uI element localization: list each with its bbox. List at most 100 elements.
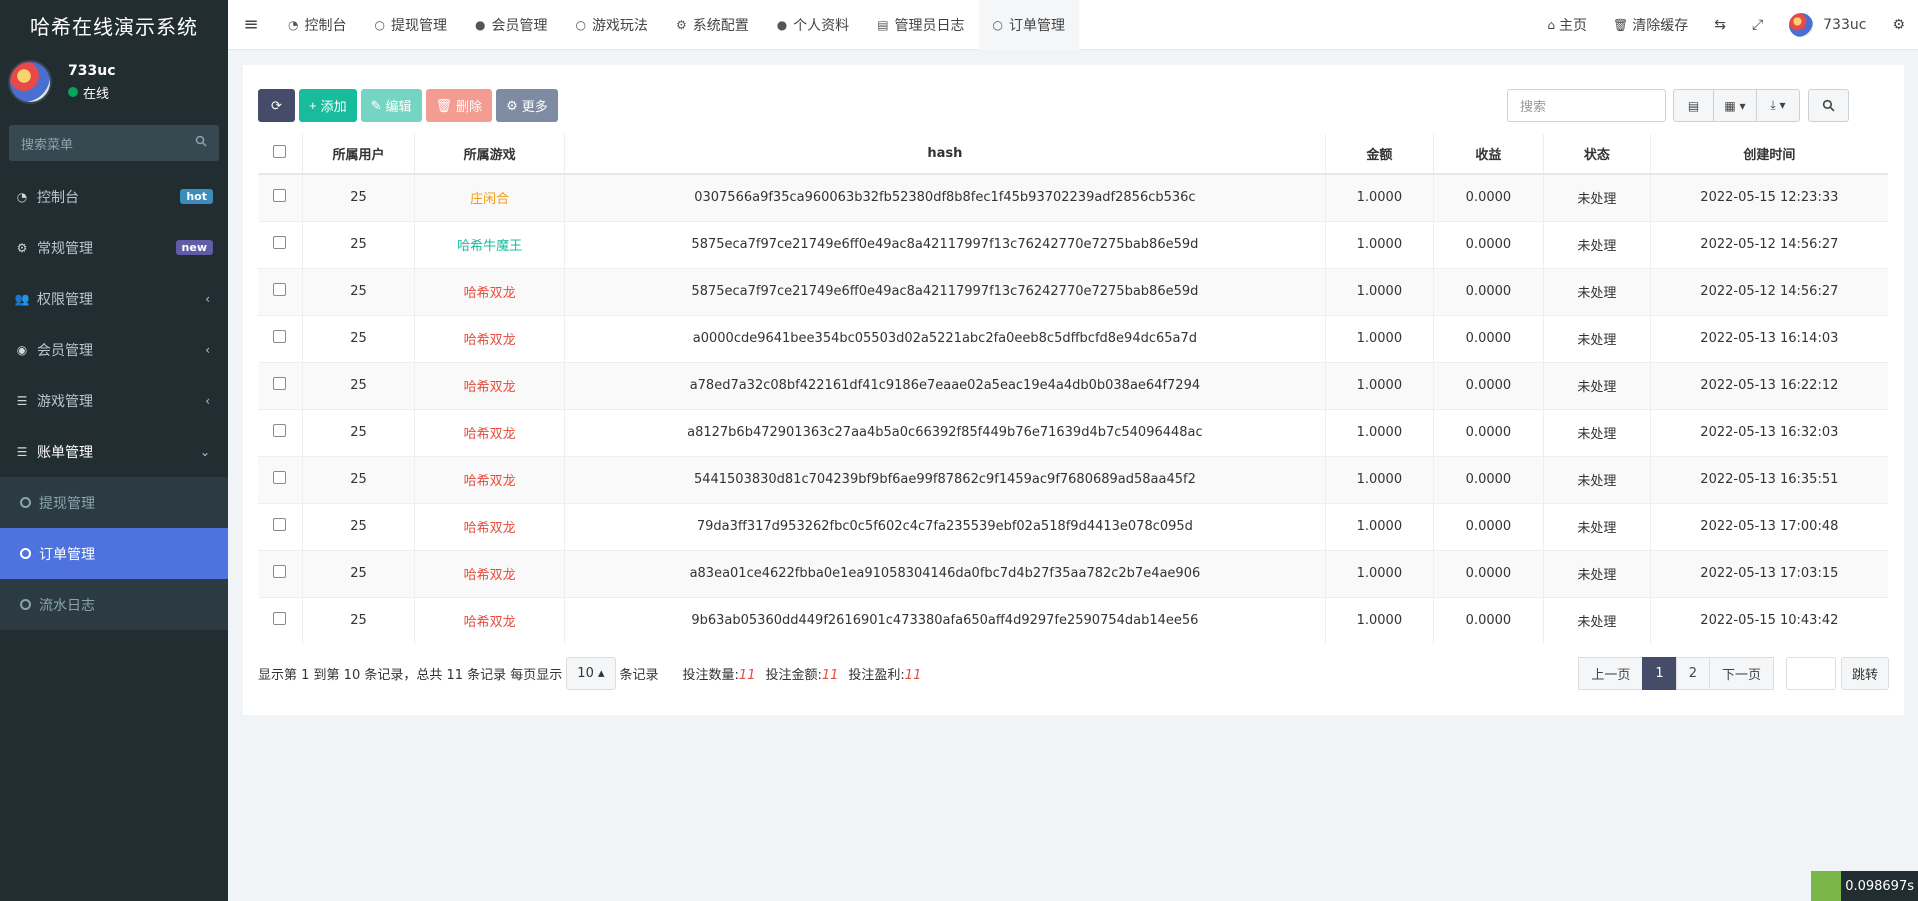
row-checkbox[interactable] [258, 455, 303, 503]
sidebar-subitem-withdraw[interactable]: 提现管理 [0, 477, 228, 528]
cell-amount: 1.0000 [1325, 549, 1434, 597]
select-all-checkbox[interactable] [258, 134, 303, 175]
home-link[interactable]: ⌂ 主页 [1534, 15, 1600, 35]
jump-page-input[interactable] [1785, 657, 1836, 690]
circle-icon: ○ [575, 17, 586, 32]
sidebar-search-input[interactable]: 搜索菜单 [9, 125, 219, 161]
table-row[interactable]: 25 哈希双龙 a8127b6b472901363c27aa4b5a0c66392f… [258, 408, 1888, 456]
orders-table: 所属用户 所属游戏 hash 金额 收益 状态 创建时间 25 庄闲合 030756… [258, 134, 1888, 644]
plus-icon: + [309, 98, 317, 113]
tab-profile[interactable]: ● 个人资料 [763, 0, 863, 50]
column-header[interactable]: 创建时间 [1650, 134, 1888, 175]
table-row[interactable]: 25 哈希双龙 a83ea01ce4622fbba0e1ea91058304146d… [258, 549, 1888, 597]
chevron-down-icon: ⌄ [199, 444, 210, 459]
row-checkbox[interactable] [258, 596, 303, 644]
menu-toggle-icon[interactable]: ≡ [228, 0, 274, 50]
table-row[interactable]: 25 哈希双龙 a78ed7a32c08bf422161df41c9186e7eaa… [258, 361, 1888, 409]
search-icon[interactable] [1808, 89, 1849, 122]
sidebar-subitem-flow-log[interactable]: 流水日志 [0, 579, 228, 630]
refresh-button[interactable]: ⟳ [258, 89, 295, 122]
user-menu[interactable]: 733uc [1776, 13, 1879, 37]
row-checkbox[interactable] [258, 361, 303, 409]
column-header[interactable]: 所属游戏 [414, 134, 565, 175]
table-row[interactable]: 25 哈希双龙 5875eca7f97ce21749e6ff0e49ac8a4211… [258, 267, 1888, 315]
cell-profit: 0.0000 [1433, 361, 1545, 409]
more-button[interactable]: ⚙ 更多 [496, 89, 558, 122]
cell-amount: 1.0000 [1325, 408, 1434, 456]
sidebar-item-billing[interactable]: ☰ 账单管理 ⌄ [0, 426, 228, 477]
sidebar-item-permission[interactable]: 👥 权限管理 ‹ [0, 273, 228, 324]
sidebar-item-label: 账单管理 [37, 444, 93, 461]
prev-page-button[interactable]: 上一页 [1578, 657, 1644, 690]
stat-profit: 投注盈利:11 [848, 668, 922, 683]
row-checkbox[interactable] [258, 549, 303, 597]
next-page-button[interactable]: 下一页 [1708, 657, 1774, 690]
column-header[interactable]: 金额 [1325, 134, 1434, 175]
sidebar-item-members[interactable]: ◉ 会员管理 ‹ [0, 324, 228, 375]
cell-amount: 1.0000 [1325, 173, 1434, 221]
table-row[interactable]: 25 哈希双龙 79da3ff317d953262fbc0c5f602c4c7fa2… [258, 502, 1888, 550]
page-2-button[interactable]: 2 [1675, 657, 1710, 690]
refresh-icon: ⟳ [271, 97, 282, 113]
brand-title[interactable]: 哈希在线演示系统 [0, 0, 228, 50]
sidebar-item-dashboard[interactable]: ◔ 控制台 hot [0, 171, 228, 222]
cell-amount: 1.0000 [1325, 314, 1434, 362]
home-label: 主页 [1558, 18, 1587, 34]
top-nav: ≡ ◔ 控制台 ○ 提现管理 ● 会员管理 ○ 游戏玩法 ⚙ 系统配置 ● 个人资料 ▤ 管理… [228, 0, 1918, 50]
search-input[interactable]: 搜索 [1507, 89, 1666, 122]
group-icon: 👥 [14, 291, 30, 306]
cell-time: 2022-05-13 16:14:03 [1650, 314, 1888, 362]
language-icon[interactable]: ⇆ [1701, 17, 1739, 33]
row-checkbox[interactable] [258, 267, 303, 315]
page-1-button[interactable]: 1 [1642, 657, 1677, 690]
tab-orders[interactable]: ○ 订单管理 [978, 0, 1080, 50]
more-label: 更多 [521, 99, 548, 114]
column-header[interactable]: 状态 [1543, 134, 1651, 175]
row-checkbox[interactable] [258, 314, 303, 362]
cell-game: 哈希双龙 [414, 455, 565, 503]
row-checkbox[interactable] [258, 220, 303, 268]
column-header[interactable]: hash [564, 134, 1326, 175]
gears-icon[interactable]: ⚙ [1879, 17, 1918, 33]
column-header[interactable]: 收益 [1433, 134, 1545, 175]
row-checkbox[interactable] [258, 502, 303, 550]
toolbar: ⟳ + 添加 ✎ 编辑 🗑 删除 ⚙ 更多 [258, 89, 558, 122]
cell-game: 庄闲合 [414, 173, 565, 221]
chevron-left-icon: ‹ [205, 342, 210, 357]
page-size-select[interactable]: 10 ▴ [566, 657, 616, 690]
column-header[interactable]: 所属用户 [302, 134, 416, 175]
fullscreen-icon[interactable]: ⤢ [1739, 17, 1776, 33]
tab-members[interactable]: ● 会员管理 [461, 0, 561, 50]
cell-game: 哈希双龙 [414, 361, 565, 409]
tab-withdraw[interactable]: ○ 提现管理 [360, 0, 460, 50]
cell-user: 25 [302, 549, 416, 597]
tab-admin-log[interactable]: ▤ 管理员日志 [863, 0, 978, 50]
tab-game-play[interactable]: ○ 游戏玩法 [561, 0, 661, 50]
cell-status: 未处理 [1543, 314, 1651, 362]
cell-game: 哈希双龙 [414, 502, 565, 550]
table-row[interactable]: 25 哈希牛魔王 5875eca7f97ce21749e6ff0e49ac8a421… [258, 220, 1888, 268]
sidebar-item-label: 常规管理 [37, 240, 93, 257]
row-checkbox[interactable] [258, 408, 303, 456]
table-row[interactable]: 25 哈希双龙 9b63ab05360dd449f2616901c473380afa… [258, 596, 1888, 644]
tab-dashboard[interactable]: ◔ 控制台 [274, 0, 360, 50]
table-row[interactable]: 25 庄闲合 0307566a9f35ca960063b32fb52380df8b8… [258, 173, 1888, 221]
delete-button[interactable]: 🗑 删除 [425, 89, 493, 122]
sidebar-item-games[interactable]: ☰ 游戏管理 ‹ [0, 375, 228, 426]
columns-icon[interactable]: ▦ ▾ [1713, 89, 1757, 122]
table-row[interactable]: 25 哈希双龙 5441503830d81c704239bf9bf6ae99f878… [258, 455, 1888, 503]
cell-status: 未处理 [1543, 455, 1651, 503]
user-status-label: 在线 [83, 86, 110, 102]
cell-hash: a83ea01ce4622fbba0e1ea91058304146da0fbc7… [564, 549, 1326, 597]
sidebar-subitem-orders[interactable]: 订单管理 [0, 528, 228, 579]
jump-button[interactable]: 跳转 [1840, 657, 1889, 690]
clear-cache-button[interactable]: 🗑 清除缓存 [1600, 15, 1701, 35]
toggle-view-icon[interactable]: ▤ [1673, 89, 1714, 122]
row-checkbox[interactable] [258, 173, 303, 221]
sidebar-item-general[interactable]: ⚙ 常规管理 new [0, 222, 228, 273]
tab-system-config[interactable]: ⚙ 系统配置 [662, 0, 763, 50]
add-button[interactable]: + 添加 [299, 89, 357, 122]
edit-button[interactable]: ✎ 编辑 [360, 89, 422, 122]
export-icon[interactable]: ⤓ ▾ [1756, 89, 1800, 122]
table-row[interactable]: 25 哈希双龙 a0000cde9641bee354bc05503d02a5221a… [258, 314, 1888, 362]
